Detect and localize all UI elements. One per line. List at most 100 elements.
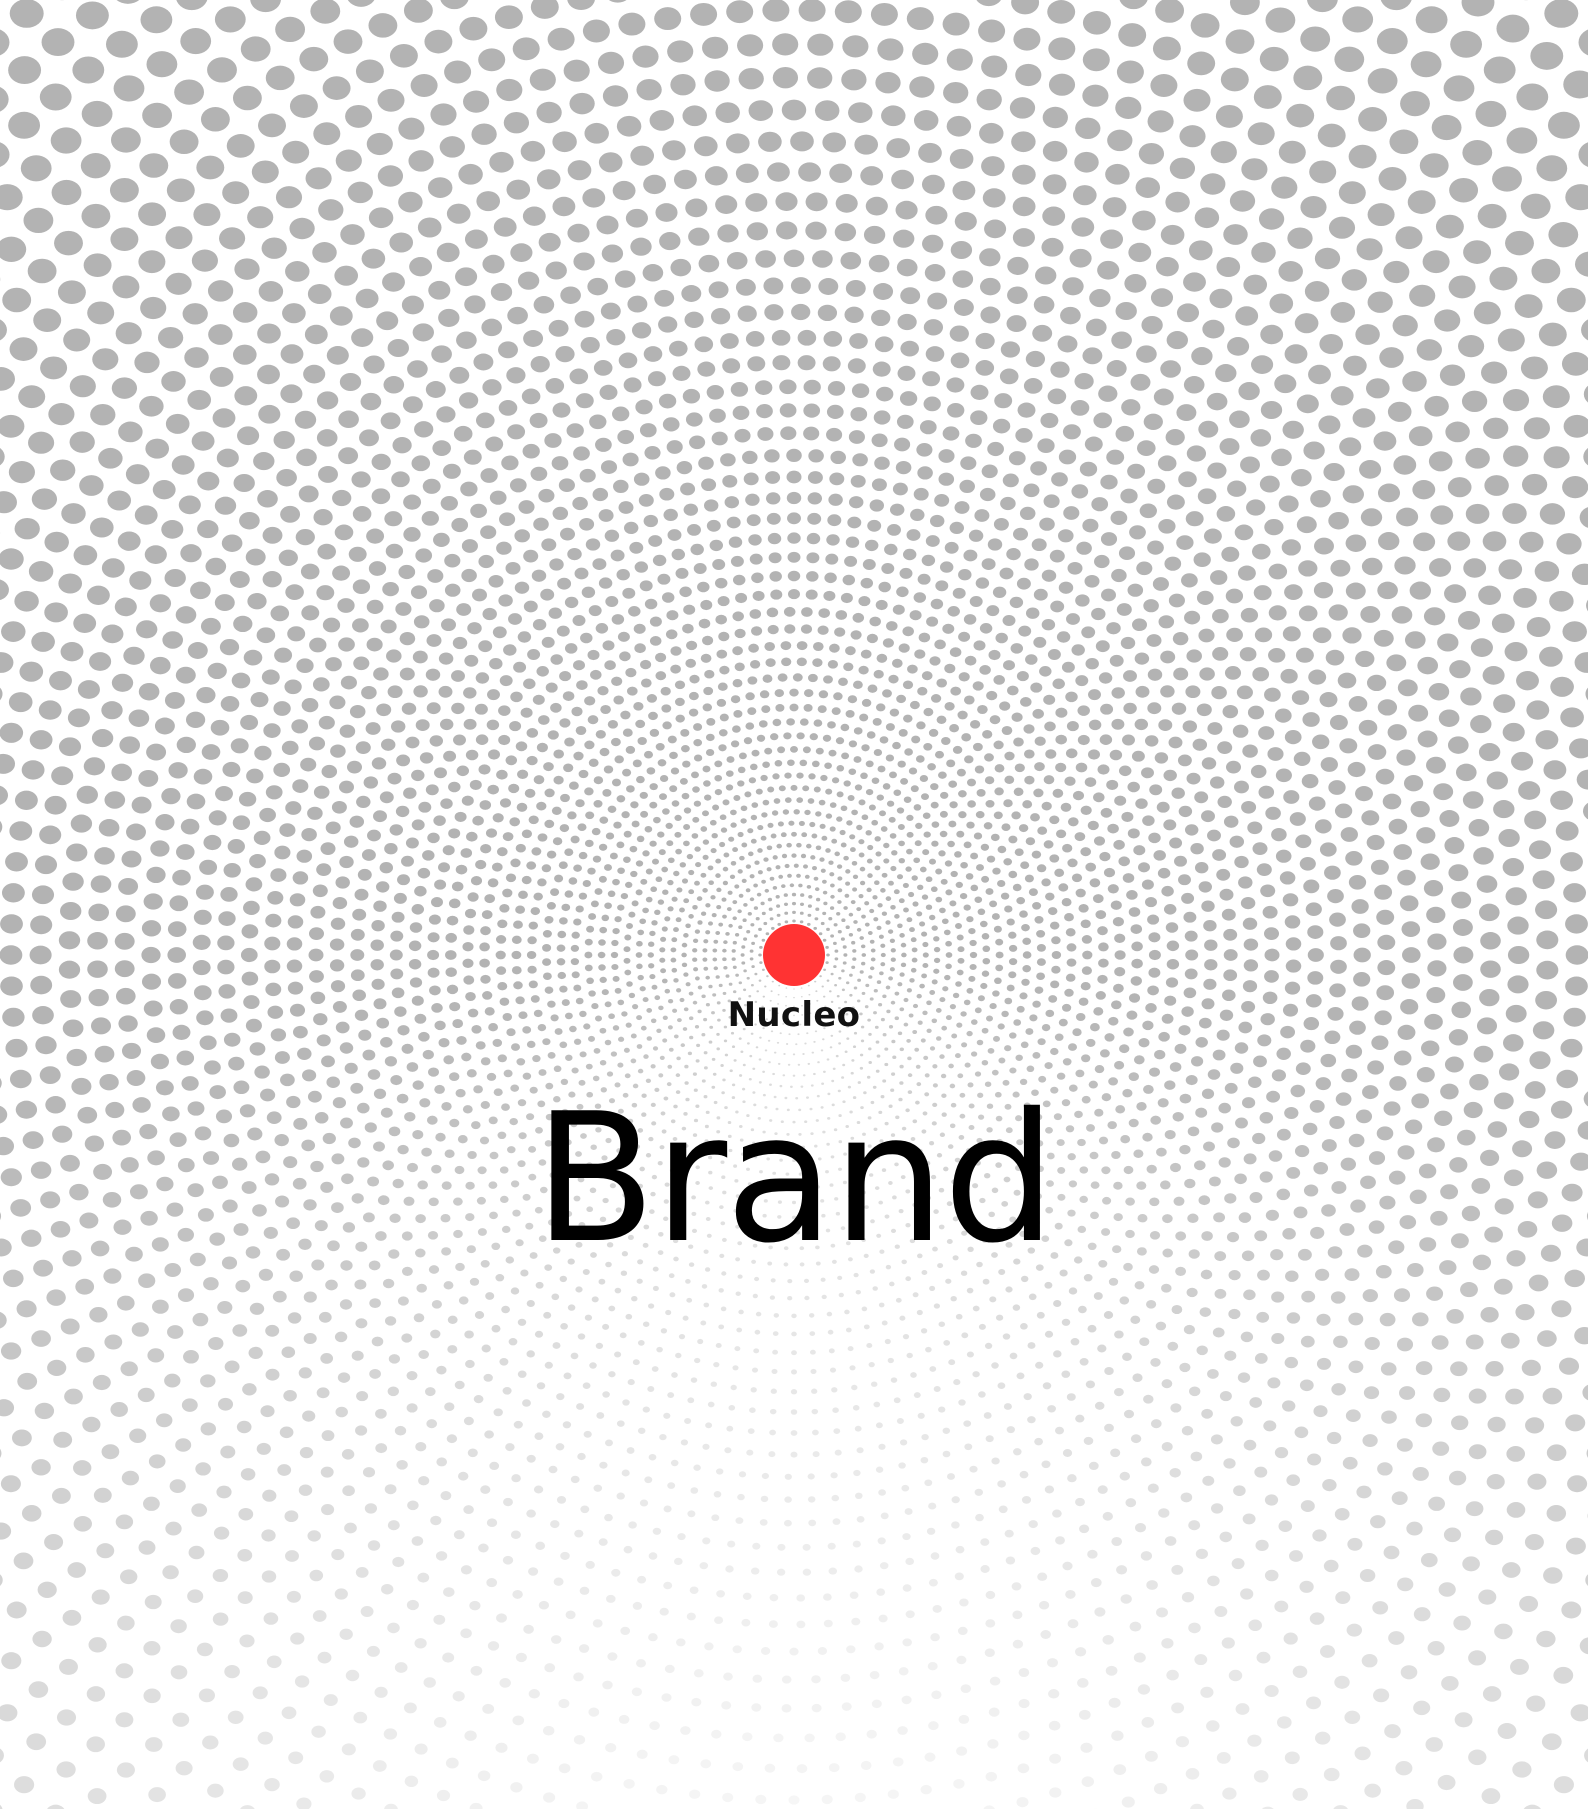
pattern-dot (1184, 610, 1201, 625)
pattern-dot (205, 557, 227, 576)
pattern-dot (1003, 660, 1015, 671)
pattern-dot (467, 1448, 478, 1458)
pattern-dot (605, 832, 615, 840)
pattern-dot (624, 969, 632, 976)
pattern-dot (754, 1329, 761, 1335)
pattern-dot (658, 393, 677, 409)
pattern-dot (640, 678, 652, 688)
pattern-dot (927, 292, 948, 310)
pattern-dot (534, 1432, 544, 1440)
pattern-dot (1088, 689, 1101, 701)
pattern-dot (481, 318, 503, 337)
pattern-dot (573, 864, 582, 872)
pattern-dot (1088, 719, 1102, 731)
pattern-dot (559, 985, 568, 993)
pattern-dot (807, 913, 812, 917)
pattern-dot (933, 946, 941, 953)
pattern-dot (427, 832, 440, 844)
pattern-dot (1480, 932, 1501, 950)
pattern-dot (30, 975, 53, 995)
pattern-dot (670, 1459, 679, 1467)
pattern-dot (828, 1763, 840, 1773)
pattern-dot (1035, 266, 1057, 285)
pattern-dot (584, 787, 594, 796)
pattern-dot (430, 1515, 442, 1526)
pattern-dot (751, 572, 764, 584)
pattern-dot (1054, 868, 1065, 877)
pattern-dot (732, 679, 743, 688)
pattern-dot (826, 979, 830, 982)
pattern-dot (955, 881, 963, 889)
pattern-dot (700, 599, 713, 611)
pattern-dot (409, 977, 423, 988)
pattern-dot (956, 830, 965, 838)
pattern-dot (1133, 1055, 1145, 1065)
pattern-dot (191, 1503, 208, 1517)
pattern-dot (1397, 679, 1418, 697)
pattern-dot (298, 1367, 312, 1379)
pattern-dot (639, 791, 648, 799)
pattern-dot (923, 396, 941, 412)
pattern-dot (888, 674, 899, 684)
pattern-dot (1439, 810, 1460, 827)
pattern-dot (284, 1510, 299, 1523)
pattern-dot (1016, 671, 1029, 682)
pattern-dot (875, 599, 888, 611)
pattern-dot (1183, 1324, 1195, 1335)
pattern-dot (496, 541, 512, 555)
pattern-dot (535, 1541, 546, 1550)
pattern-dot (1088, 1080, 1098, 1089)
pattern-dot (1027, 1342, 1036, 1349)
pattern-dot (938, 771, 947, 779)
pattern-dot (1246, 499, 1266, 516)
pattern-dot (1171, 787, 1185, 799)
pattern-dot (675, 567, 689, 579)
pattern-dot (261, 1529, 276, 1542)
pattern-dot (728, 836, 735, 842)
pattern-dot (141, 920, 162, 937)
pattern-dot (456, 1035, 467, 1045)
pattern-dot (1229, 410, 1250, 429)
pattern-dot (642, 1406, 650, 1413)
pattern-dot (551, 806, 562, 815)
pattern-dot (1082, 347, 1103, 365)
pattern-dot (77, 680, 100, 699)
pattern-dot (674, 1557, 683, 1566)
pattern-dot (715, 858, 722, 864)
pattern-dot (702, 888, 708, 893)
pattern-dot (1192, 738, 1208, 751)
pattern-dot (474, 703, 488, 715)
pattern-dot (440, 1491, 452, 1501)
pattern-dot (1002, 615, 1016, 626)
pattern-dot (1143, 1394, 1154, 1404)
pattern-dot (224, 1360, 240, 1374)
pattern-dot (1254, 627, 1273, 643)
pattern-dot (171, 455, 195, 475)
pattern-dot (1500, 1332, 1520, 1349)
pattern-dot (355, 288, 379, 309)
pattern-dot (667, 1064, 673, 1069)
pattern-dot (532, 694, 545, 705)
pattern-dot (1108, 1697, 1121, 1708)
pattern-dot (599, 1461, 608, 1469)
pattern-dot (920, 1038, 926, 1043)
pattern-dot (371, 453, 391, 471)
pattern-dot (700, 1320, 707, 1326)
pattern-dot (466, 831, 478, 842)
pattern-dot (1550, 790, 1574, 810)
pattern-dot (850, 847, 856, 853)
pattern-dot (1000, 341, 1021, 358)
pattern-dot (1352, 408, 1376, 428)
pattern-dot (825, 788, 833, 795)
pattern-dot (932, 1064, 938, 1069)
pattern-dot (900, 962, 907, 968)
pattern-dot (382, 1278, 395, 1289)
pattern-dot (923, 742, 933, 751)
pattern-dot (1153, 388, 1174, 406)
pattern-dot (995, 938, 1004, 946)
pattern-dot (880, 1512, 889, 1520)
pattern-dot (1008, 870, 1018, 879)
pattern-dot (970, 852, 979, 860)
pattern-dot (335, 1406, 348, 1418)
pattern-dot (1186, 445, 1207, 462)
